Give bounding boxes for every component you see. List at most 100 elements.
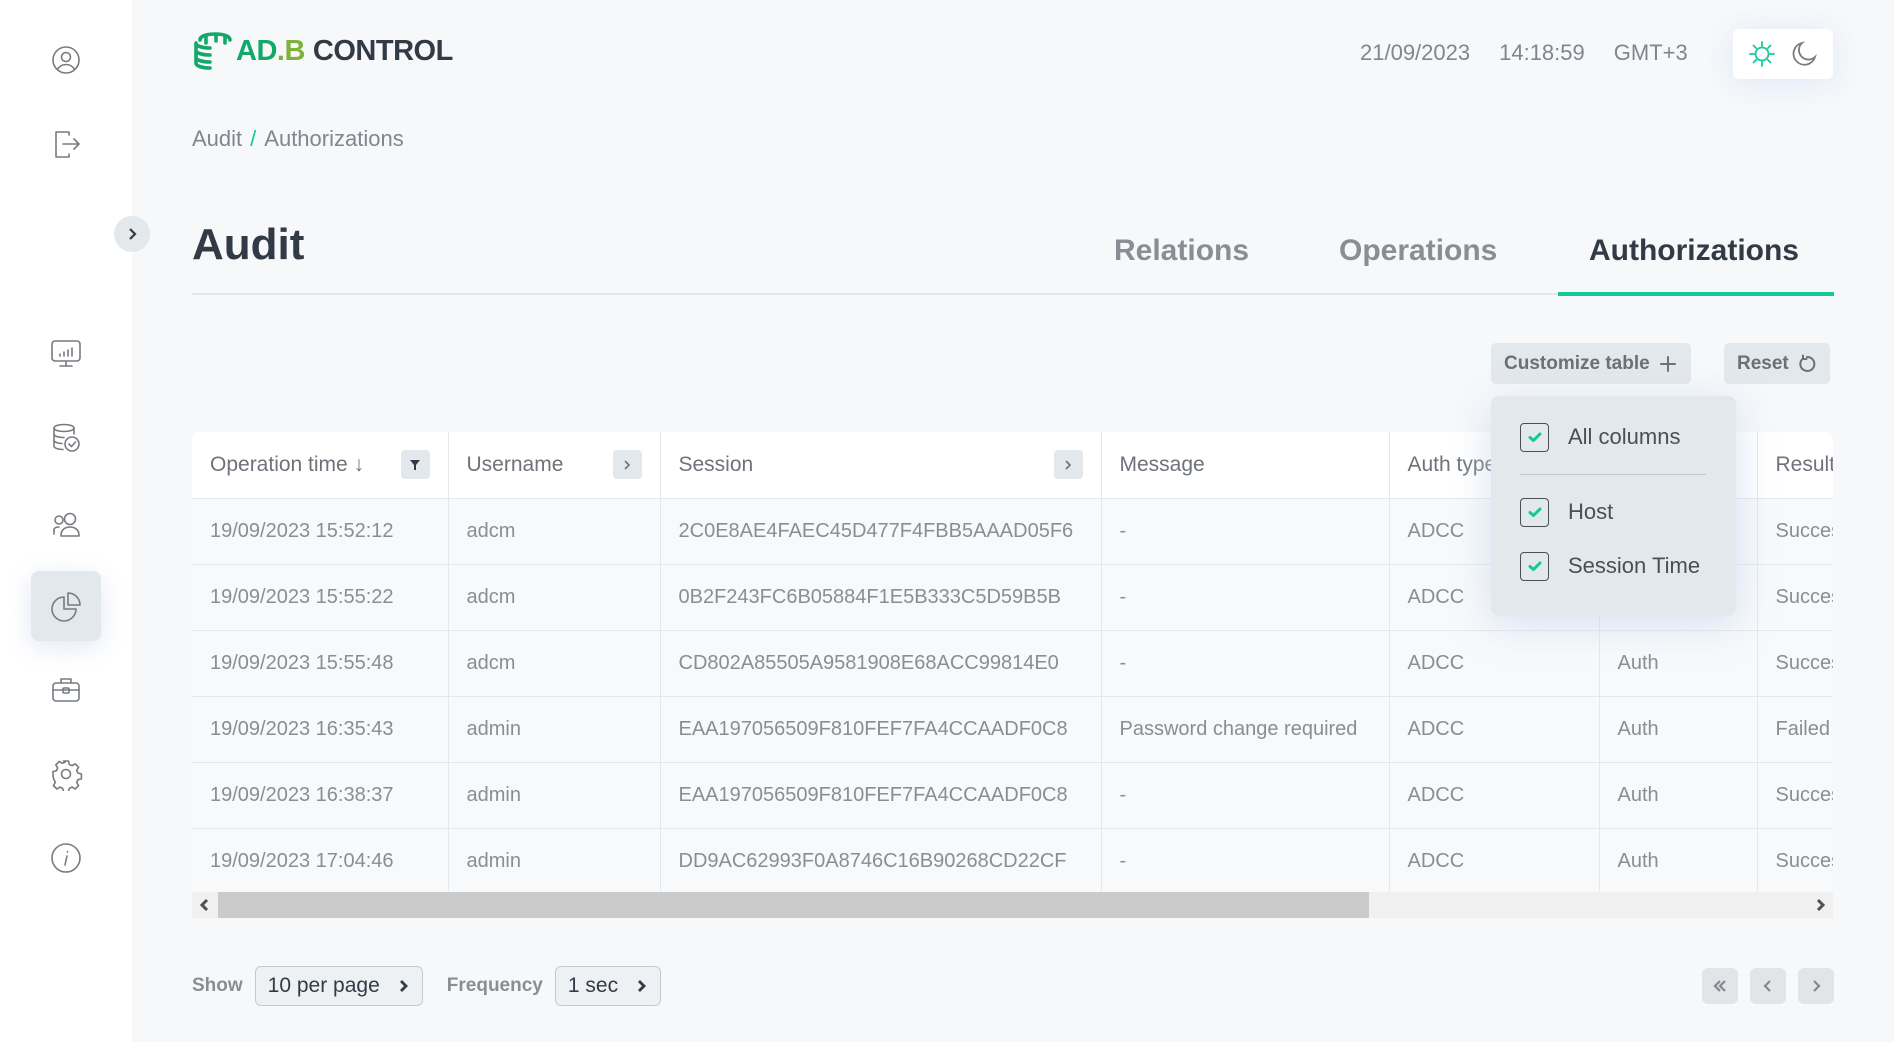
table-cell: - bbox=[1101, 498, 1390, 565]
chevron-right-icon bbox=[1065, 460, 1072, 470]
chevron-right-icon bbox=[638, 980, 647, 992]
table-cell: 19/09/2023 16:38:37 bbox=[192, 762, 449, 829]
column-header-result[interactable]: Result bbox=[1757, 432, 1834, 499]
dark-theme-button[interactable] bbox=[1787, 37, 1821, 71]
chevron-right-icon bbox=[399, 980, 408, 992]
app-logo[interactable]: AD.B CONTROL bbox=[192, 30, 453, 72]
session-time-column-checkbox[interactable]: Session Time bbox=[1520, 551, 1736, 581]
checkbox[interactable] bbox=[1520, 422, 1549, 452]
prev-page-button[interactable] bbox=[1750, 968, 1786, 1004]
expand-column-button[interactable] bbox=[612, 450, 642, 480]
sidebar-item-users[interactable] bbox=[31, 490, 101, 560]
chevron-right-icon bbox=[1816, 898, 1826, 912]
breadcrumb-current: Authorizations bbox=[264, 126, 404, 151]
column-label: Session bbox=[678, 452, 754, 476]
expand-column-button[interactable] bbox=[1053, 450, 1083, 480]
table-cell: admin bbox=[448, 828, 661, 895]
first-page-button[interactable] bbox=[1702, 968, 1738, 1004]
table-cell: 0B2F243FC6B05884F1E5B333C5D59B5B bbox=[660, 564, 1102, 631]
briefcase-icon bbox=[52, 678, 80, 702]
sidebar-expand-button[interactable] bbox=[114, 216, 150, 252]
table-row[interactable]: 19/09/2023 15:55:48 adcm CD802A85505A95819… bbox=[192, 630, 1833, 697]
logout-button[interactable] bbox=[31, 109, 101, 179]
checkbox[interactable] bbox=[1520, 497, 1549, 527]
sun-icon bbox=[1749, 41, 1775, 67]
scroll-left-button[interactable] bbox=[192, 892, 218, 918]
table-row[interactable]: 19/09/2023 16:38:37 admin EAA197056509F810… bbox=[192, 762, 1833, 829]
host-column-checkbox[interactable]: Host bbox=[1520, 497, 1736, 527]
check-icon bbox=[1528, 507, 1541, 517]
logout-icon bbox=[55, 131, 80, 158]
active-tab-indicator bbox=[1558, 292, 1834, 296]
table-cell: Password change required bbox=[1101, 696, 1390, 763]
table-cell: adcm bbox=[448, 630, 661, 697]
table-cell: Success bbox=[1757, 498, 1833, 565]
per-page-select[interactable]: 10 per page bbox=[254, 966, 423, 1006]
column-header-operation-time[interactable]: Operation time ↓ bbox=[192, 432, 449, 499]
logo-text: AD.B CONTROL bbox=[236, 34, 453, 67]
breadcrumb-audit[interactable]: Audit bbox=[192, 126, 242, 152]
sidebar-item-jobs[interactable] bbox=[31, 655, 101, 725]
profile-button[interactable] bbox=[31, 25, 101, 95]
frequency-label: Frequency bbox=[446, 975, 543, 996]
sidebar-item-settings[interactable] bbox=[31, 739, 101, 809]
table-cell: ADCC bbox=[1389, 696, 1600, 763]
reset-label: Reset bbox=[1737, 352, 1789, 374]
database-logo-icon bbox=[194, 32, 232, 70]
table-cell: - bbox=[1101, 564, 1390, 631]
frequency-select[interactable]: 1 sec bbox=[554, 966, 662, 1006]
scrollbar-thumb[interactable] bbox=[218, 892, 1369, 918]
pie-chart-icon bbox=[51, 592, 81, 622]
gear-icon bbox=[52, 760, 83, 791]
timezone: GMT+3 bbox=[1613, 40, 1688, 65]
database-check-icon bbox=[53, 423, 80, 452]
table-cell: Auth bbox=[1599, 696, 1758, 763]
column-label: Username bbox=[466, 452, 564, 476]
table-cell: adcm bbox=[448, 564, 661, 631]
table-cell: Auth bbox=[1599, 762, 1758, 829]
breadcrumb: Audit / Authorizations bbox=[192, 126, 404, 152]
table-cell: admin bbox=[448, 696, 661, 763]
sidebar-item-dashboard[interactable] bbox=[31, 318, 101, 388]
table-cell: - bbox=[1101, 828, 1390, 895]
column-header-session[interactable]: Session bbox=[660, 432, 1102, 499]
sidebar-item-info[interactable] bbox=[31, 823, 101, 893]
table-cell: Failed bbox=[1757, 696, 1833, 763]
sidebar-item-audit[interactable] bbox=[31, 571, 101, 641]
chevron-right-icon bbox=[1813, 980, 1821, 992]
next-page-button[interactable] bbox=[1798, 968, 1834, 1004]
table-row[interactable]: 19/09/2023 17:04:46 admin DD9AC62993F0A874… bbox=[192, 828, 1833, 895]
column-header-message[interactable]: Message bbox=[1101, 432, 1390, 499]
reset-button[interactable]: Reset bbox=[1724, 343, 1830, 384]
scroll-right-button[interactable] bbox=[1807, 892, 1833, 918]
chevron-left-icon bbox=[199, 898, 209, 912]
horizontal-scrollbar[interactable] bbox=[192, 892, 1833, 918]
chevron-left-icon bbox=[1763, 980, 1771, 992]
tab-operations[interactable]: Operations bbox=[1339, 234, 1497, 268]
table-cell: ADCC bbox=[1389, 630, 1600, 697]
tab-relations[interactable]: Relations bbox=[1114, 234, 1249, 268]
column-header-username[interactable]: Username bbox=[448, 432, 661, 499]
table-cell: Auth bbox=[1599, 828, 1758, 895]
customize-table-button[interactable]: Customize table bbox=[1491, 343, 1691, 384]
double-chevron-left-icon bbox=[1713, 980, 1726, 992]
table-cell: EAA197056509F810FEF7FA4CCAADF0C8 bbox=[660, 762, 1102, 829]
filter-button[interactable] bbox=[400, 450, 430, 480]
table-footer: Show 10 per page Frequency 1 sec bbox=[192, 966, 685, 1006]
table-cell: 19/09/2023 17:04:46 bbox=[192, 828, 449, 895]
column-label: Result bbox=[1775, 452, 1834, 476]
table-cell: - bbox=[1101, 630, 1390, 697]
light-theme-button[interactable] bbox=[1745, 37, 1779, 71]
table-cell: DD9AC62993F0A8746C16B90268CD22CF bbox=[660, 828, 1102, 895]
all-columns-checkbox[interactable]: All columns bbox=[1520, 422, 1736, 452]
user-circle-icon bbox=[52, 46, 80, 74]
checkbox[interactable] bbox=[1520, 551, 1549, 581]
tab-authorizations[interactable]: Authorizations bbox=[1589, 234, 1799, 268]
sidebar-item-databases[interactable] bbox=[31, 403, 101, 473]
table-cell: adcm bbox=[448, 498, 661, 565]
sidebar bbox=[0, 0, 132, 1042]
host-label: Host bbox=[1568, 499, 1614, 524]
header-datetime: 21/09/2023 14:18:59 GMT+3 bbox=[1360, 40, 1717, 66]
table-row[interactable]: 19/09/2023 16:35:43 admin EAA197056509F810… bbox=[192, 696, 1833, 763]
column-label: Message bbox=[1119, 452, 1205, 476]
